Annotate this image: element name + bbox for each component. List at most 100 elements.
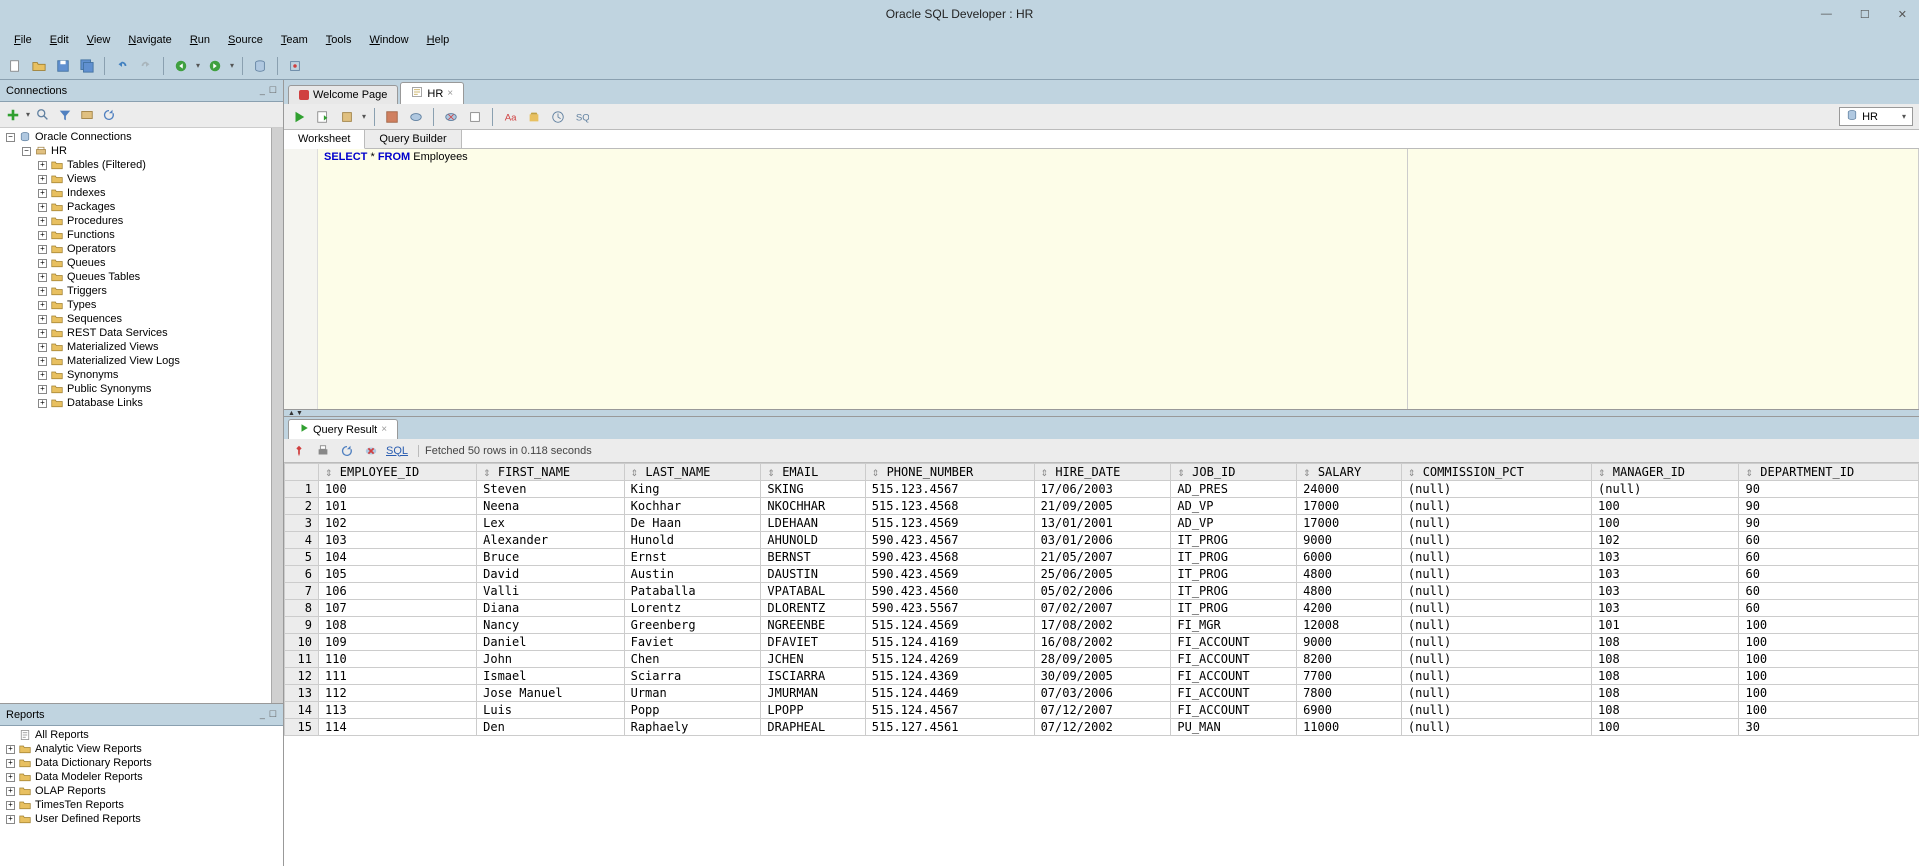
table-row[interactable]: 6105DavidAustinDAUSTIN590.423.456925/06/… bbox=[285, 566, 1919, 583]
menu-tools[interactable]: Tools bbox=[318, 31, 360, 49]
table-row[interactable]: 10109DanielFavietDFAVIET515.124.416916/0… bbox=[285, 634, 1919, 651]
table-row[interactable]: 9108NancyGreenbergNGREENBE515.124.456917… bbox=[285, 617, 1919, 634]
tree-database-links[interactable]: +Database Links bbox=[2, 396, 269, 410]
menu-help[interactable]: Help bbox=[419, 31, 458, 49]
to-upper-icon[interactable]: Aa bbox=[501, 108, 519, 126]
maximize-button[interactable]: ☐ bbox=[1854, 6, 1876, 23]
menu-edit[interactable]: Edit bbox=[42, 31, 77, 49]
tree-synonyms[interactable]: +Synonyms bbox=[2, 368, 269, 382]
menu-navigate[interactable]: Navigate bbox=[120, 31, 179, 49]
tree-materialized-views[interactable]: +Materialized Views bbox=[2, 340, 269, 354]
tab-worksheet[interactable]: Worksheet bbox=[284, 130, 365, 149]
col-phone_number[interactable]: ⇕ PHONE_NUMBER bbox=[865, 464, 1034, 481]
report-user-defined-reports[interactable]: +User Defined Reports bbox=[2, 812, 281, 826]
expand-icon[interactable]: + bbox=[38, 357, 47, 366]
table-row[interactable]: 14113LuisPoppLPOPP515.124.456707/12/2007… bbox=[285, 702, 1919, 719]
tree-sequences[interactable]: +Sequences bbox=[2, 312, 269, 326]
table-row[interactable]: 15114DenRaphaelyDRAPHEAL515.127.456107/1… bbox=[285, 719, 1919, 736]
col-department_id[interactable]: ⇕ DEPARTMENT_ID bbox=[1739, 464, 1919, 481]
report-data-modeler-reports[interactable]: +Data Modeler Reports bbox=[2, 770, 281, 784]
expand-icon[interactable]: + bbox=[38, 175, 47, 184]
unshared-icon[interactable] bbox=[466, 108, 484, 126]
expand-icon[interactable]: + bbox=[6, 759, 15, 768]
menu-run[interactable]: Run bbox=[182, 31, 218, 49]
menu-file[interactable]: File bbox=[6, 31, 40, 49]
connection-hr[interactable]: −HR bbox=[2, 144, 269, 158]
tool-icon[interactable] bbox=[286, 57, 304, 75]
all-reports[interactable]: All Reports bbox=[2, 728, 281, 742]
tree-packages[interactable]: +Packages bbox=[2, 200, 269, 214]
filter-icon[interactable] bbox=[56, 106, 74, 124]
col-job_id[interactable]: ⇕ JOB_ID bbox=[1171, 464, 1297, 481]
expand-icon[interactable]: + bbox=[38, 161, 47, 170]
expand-icon[interactable]: + bbox=[38, 273, 47, 282]
forward-icon[interactable] bbox=[206, 57, 224, 75]
tab-query-builder[interactable]: Query Builder bbox=[365, 130, 461, 148]
table-row[interactable]: 13112Jose ManuelUrmanJMURMAN515.124.4469… bbox=[285, 685, 1919, 702]
expand-icon[interactable]: + bbox=[38, 399, 47, 408]
expand-icon[interactable]: − bbox=[22, 147, 31, 156]
menu-view[interactable]: View bbox=[79, 31, 119, 49]
rollback-icon[interactable] bbox=[442, 108, 460, 126]
tab-close-icon[interactable]: × bbox=[447, 88, 453, 99]
tree-operators[interactable]: +Operators bbox=[2, 242, 269, 256]
report-data-dictionary-reports[interactable]: +Data Dictionary Reports bbox=[2, 756, 281, 770]
tab-close-icon[interactable]: × bbox=[381, 424, 387, 435]
tree-views[interactable]: +Views bbox=[2, 172, 269, 186]
report-timesten-reports[interactable]: +TimesTen Reports bbox=[2, 798, 281, 812]
expand-icon[interactable]: + bbox=[38, 329, 47, 338]
undo-icon[interactable] bbox=[113, 57, 131, 75]
col-commission_pct[interactable]: ⇕ COMMISSION_PCT bbox=[1401, 464, 1591, 481]
minimize-button[interactable]: — bbox=[1815, 6, 1838, 23]
col-first_name[interactable]: ⇕ FIRST_NAME bbox=[477, 464, 624, 481]
expand-icon[interactable]: + bbox=[38, 371, 47, 380]
expand-icon[interactable]: − bbox=[6, 133, 15, 142]
tree-public-synonyms[interactable]: +Public Synonyms bbox=[2, 382, 269, 396]
menu-window[interactable]: Window bbox=[361, 31, 416, 49]
table-row[interactable]: 2101NeenaKochharNKOCHHAR515.123.456821/0… bbox=[285, 498, 1919, 515]
db-icon[interactable] bbox=[251, 57, 269, 75]
autotrace-icon[interactable] bbox=[383, 108, 401, 126]
sql-tuning-icon[interactable]: SQL bbox=[573, 108, 591, 126]
commit-icon[interactable] bbox=[407, 108, 425, 126]
history-icon[interactable] bbox=[549, 108, 567, 126]
expand-icon[interactable]: + bbox=[6, 801, 15, 810]
col-employee_id[interactable]: ⇕ EMPLOYEE_ID bbox=[319, 464, 477, 481]
table-row[interactable]: 5104BruceErnstBERNST590.423.456821/05/20… bbox=[285, 549, 1919, 566]
tree-queues[interactable]: +Queues bbox=[2, 256, 269, 270]
expand-icon[interactable]: + bbox=[38, 203, 47, 212]
tns-icon[interactable] bbox=[78, 106, 96, 124]
tree-rest-data-services[interactable]: +REST Data Services bbox=[2, 326, 269, 340]
expand-icon[interactable]: + bbox=[6, 815, 15, 824]
expand-icon[interactable]: + bbox=[38, 301, 47, 310]
table-row[interactable]: 4103AlexanderHunoldAHUNOLD590.423.456703… bbox=[285, 532, 1919, 549]
expand-icon[interactable]: + bbox=[38, 245, 47, 254]
table-row[interactable]: 11110JohnChenJCHEN515.124.426928/09/2005… bbox=[285, 651, 1919, 668]
pin-icon[interactable] bbox=[290, 442, 308, 460]
redo-icon[interactable] bbox=[137, 57, 155, 75]
refresh-result-icon[interactable] bbox=[338, 442, 356, 460]
col-email[interactable]: ⇕ EMAIL bbox=[761, 464, 865, 481]
sql-editor[interactable]: SELECT * FROM Employees bbox=[284, 149, 1919, 409]
clear-icon[interactable] bbox=[525, 108, 543, 126]
result-grid[interactable]: ⇕ EMPLOYEE_ID⇕ FIRST_NAME⇕ LAST_NAME⇕ EM… bbox=[284, 463, 1919, 866]
expand-icon[interactable]: + bbox=[38, 385, 47, 394]
menu-team[interactable]: Team bbox=[273, 31, 316, 49]
expand-icon[interactable]: + bbox=[38, 343, 47, 352]
panel-minimize-icon[interactable]: _ bbox=[260, 85, 265, 96]
connections-tree[interactable]: −Oracle Connections−HR+Tables (Filtered)… bbox=[0, 128, 271, 703]
oracle-connections[interactable]: −Oracle Connections bbox=[2, 130, 269, 144]
table-row[interactable]: 12111IsmaelSciarraISCIARRA515.124.436930… bbox=[285, 668, 1919, 685]
find-icon[interactable] bbox=[34, 106, 52, 124]
expand-icon[interactable]: + bbox=[38, 189, 47, 198]
save-all-icon[interactable] bbox=[78, 57, 96, 75]
panel-restore-icon[interactable]: ☐ bbox=[269, 85, 277, 96]
connection-dropdown[interactable]: HR ▾ bbox=[1839, 107, 1913, 126]
expand-icon[interactable]: + bbox=[6, 745, 15, 754]
col-hire_date[interactable]: ⇕ HIRE_DATE bbox=[1034, 464, 1171, 481]
new-connection-icon[interactable] bbox=[4, 106, 22, 124]
save-icon[interactable] bbox=[54, 57, 72, 75]
col-manager_id[interactable]: ⇕ MANAGER_ID bbox=[1592, 464, 1739, 481]
expand-icon[interactable]: + bbox=[6, 787, 15, 796]
run-script-icon[interactable] bbox=[314, 108, 332, 126]
